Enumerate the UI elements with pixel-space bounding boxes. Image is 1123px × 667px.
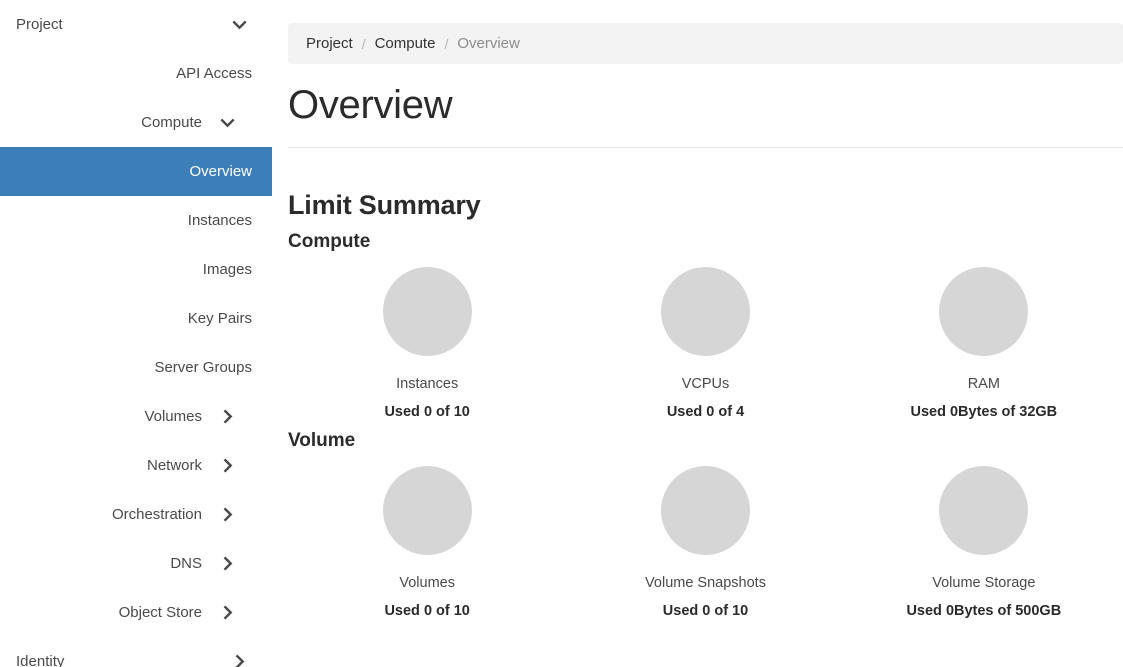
title-divider	[288, 147, 1123, 148]
gauge-vcpus: VCPUs Used 0 of 4	[566, 267, 844, 420]
sidebar-item-label: API Access	[176, 65, 252, 82]
sidebar-navigation: Project API Access Compute Overview Instance…	[0, 0, 272, 667]
sidebar-item-label: Network	[147, 457, 202, 474]
gauge-usage-text: Used 0 of 10	[384, 603, 469, 619]
chevron-right-icon[interactable]	[202, 404, 252, 430]
gauge-circle-icon	[661, 267, 750, 356]
sidebar-item-label: Orchestration	[112, 506, 202, 523]
sidebar-item-images[interactable]: Images	[0, 245, 272, 294]
gauge-volume-snapshots: Volume Snapshots Used 0 of 10	[566, 466, 844, 619]
sidebar-item-label: Key Pairs	[188, 310, 252, 327]
gauge-ram: RAM Used 0Bytes of 32GB	[845, 267, 1123, 420]
sidebar-item-label: Compute	[141, 114, 202, 131]
sidebar-item-label: Identity	[14, 653, 64, 667]
gauge-row: Volumes Used 0 of 10 Volume Snapshots Used …	[272, 466, 1123, 619]
gauge-usage-text: Used 0Bytes of 32GB	[910, 404, 1057, 420]
chevron-down-icon[interactable]	[202, 110, 252, 136]
sidebar-item-network[interactable]: Network	[0, 441, 272, 490]
gauge-circle-icon	[661, 466, 750, 555]
sidebar-item-label: Project	[14, 16, 63, 33]
sidebar-item-object-store[interactable]: Object Store	[0, 588, 272, 637]
gauge-circle-icon	[383, 466, 472, 555]
sidebar-item-identity[interactable]: Identity	[0, 637, 272, 667]
sidebar-item-key-pairs[interactable]: Key Pairs	[0, 294, 272, 343]
sidebar-item-compute[interactable]: Compute	[0, 98, 272, 147]
page-title: Overview	[288, 82, 1123, 128]
sidebar-item-orchestration[interactable]: Orchestration	[0, 490, 272, 539]
gauge-instances: Instances Used 0 of 10	[288, 267, 566, 420]
limit-group-title: Volume	[288, 430, 1123, 452]
breadcrumb-item-compute[interactable]: Compute	[375, 35, 436, 52]
sidebar-item-label: Images	[203, 261, 252, 278]
breadcrumb-separator: /	[444, 36, 448, 52]
gauge-label: Volumes	[399, 575, 455, 591]
sidebar-item-dns[interactable]: DNS	[0, 539, 272, 588]
gauge-circle-icon	[939, 466, 1028, 555]
chevron-right-icon[interactable]	[202, 453, 252, 479]
sidebar-item-overview[interactable]: Overview	[0, 147, 272, 196]
sidebar-item-api-access[interactable]: API Access	[0, 49, 272, 98]
sidebar-item-label: Volumes	[144, 408, 202, 425]
sidebar-item-label: Overview	[189, 163, 252, 180]
breadcrumb: Project / Compute / Overview	[288, 23, 1123, 64]
breadcrumb-item-overview: Overview	[457, 35, 520, 52]
gauge-row: Instances Used 0 of 10 VCPUs Used 0 of 4 RAM…	[272, 267, 1123, 420]
sidebar-item-label: Object Store	[119, 604, 202, 621]
gauge-circle-icon	[939, 267, 1028, 356]
limit-summary-heading: Limit Summary	[288, 190, 1123, 221]
chevron-down-icon[interactable]	[226, 12, 252, 38]
breadcrumb-item-project[interactable]: Project	[306, 35, 353, 52]
gauge-usage-text: Used 0 of 10	[384, 404, 469, 420]
chevron-right-icon[interactable]	[202, 551, 252, 577]
chevron-right-icon[interactable]	[202, 502, 252, 528]
gauge-usage-text: Used 0 of 10	[663, 603, 748, 619]
sidebar-item-label: Server Groups	[154, 359, 252, 376]
sidebar-item-label: Instances	[188, 212, 252, 229]
gauge-circle-icon	[383, 267, 472, 356]
sidebar-item-instances[interactable]: Instances	[0, 196, 272, 245]
gauge-label: RAM	[968, 376, 1000, 392]
gauge-label: Volume Storage	[932, 575, 1035, 591]
gauge-usage-text: Used 0 of 4	[667, 404, 744, 420]
chevron-right-icon[interactable]	[226, 649, 252, 667]
sidebar-item-project[interactable]: Project	[0, 0, 272, 49]
sidebar-item-volumes[interactable]: Volumes	[0, 392, 272, 441]
gauge-label: Volume Snapshots	[645, 575, 766, 591]
app-root: Project API Access Compute Overview Instance…	[0, 0, 1123, 667]
limit-summary-groups: Compute Instances Used 0 of 10 VCPUs Used 0 …	[272, 231, 1123, 619]
gauge-volume-storage: Volume Storage Used 0Bytes of 500GB	[845, 466, 1123, 619]
breadcrumb-separator: /	[362, 36, 366, 52]
sidebar-item-label: DNS	[170, 555, 202, 572]
limit-group-title: Compute	[288, 231, 1123, 253]
sidebar-item-server-groups[interactable]: Server Groups	[0, 343, 272, 392]
gauge-usage-text: Used 0Bytes of 500GB	[906, 603, 1061, 619]
main-content: Project / Compute / Overview Overview Limit …	[272, 0, 1123, 667]
gauge-label: VCPUs	[682, 376, 730, 392]
gauge-label: Instances	[396, 376, 458, 392]
gauge-volumes: Volumes Used 0 of 10	[288, 466, 566, 619]
chevron-right-icon[interactable]	[202, 600, 252, 626]
